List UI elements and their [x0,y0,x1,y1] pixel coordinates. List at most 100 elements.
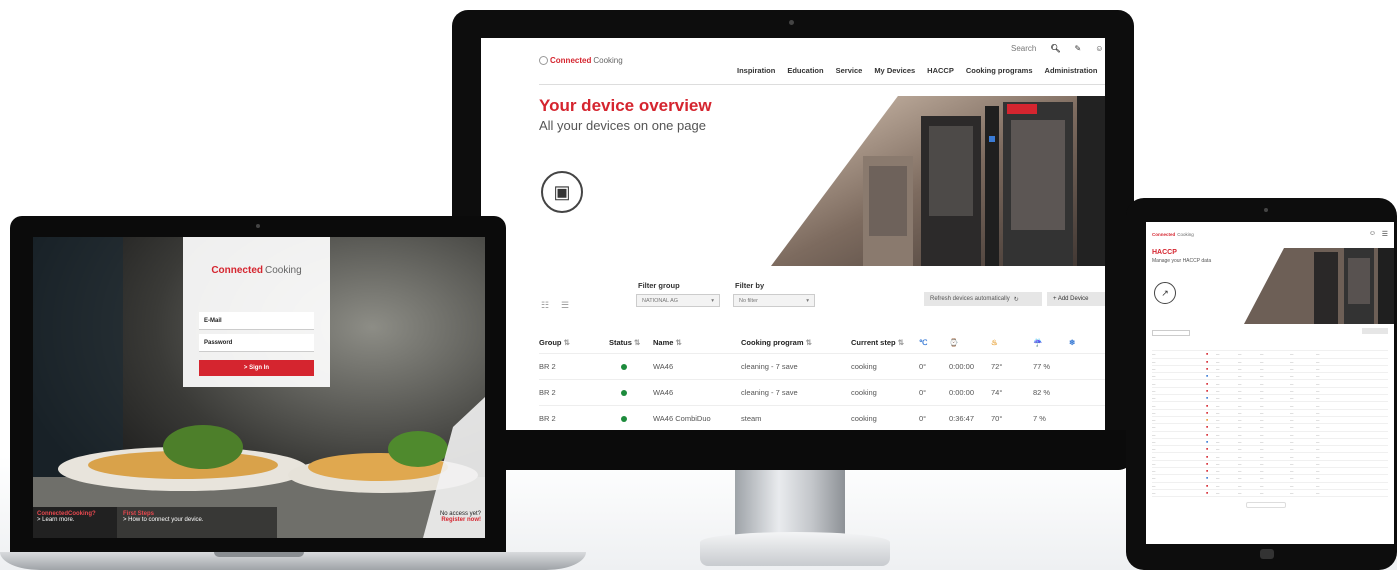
col-current-step[interactable]: Current step ⇅ [851,338,919,347]
email-field[interactable]: E-Mail [199,312,314,330]
col-status[interactable]: Status ⇅ [609,338,653,347]
table-row[interactable]: — ■ — — — — — [1152,468,1388,476]
user-icon[interactable]: ☺ [1095,44,1103,53]
col-extra[interactable]: ❄ [1069,338,1105,347]
table-row[interactable]: — ■ — — — — — [1152,366,1388,374]
table-row[interactable]: — ■ — — — — — [1152,402,1388,410]
tablet-haccp-table: — ■ — — — — — — ■ — — — — — — ■ — — — — — — ■ — — — — — — ■ — — — — — … [1152,344,1388,498]
refresh-toggle-button[interactable]: Refresh devices automatically ↻ [924,292,1042,306]
nav-administration[interactable]: Administration [1045,66,1098,75]
col-cooking-program[interactable]: Cooking program ⇅ [741,338,851,347]
tablet-page-title: HACCP [1152,249,1177,256]
sort-icon: ⇅ [805,338,812,347]
cell-program: steam [741,414,762,423]
header-utilities: Search 🔍︎ ✎ ☺ [1011,44,1103,53]
filter-group-value: NATIONAL AG [642,297,679,304]
refresh-label: Refresh devices automatically [930,296,1010,302]
list-view-icon[interactable]: ☰ [561,300,569,311]
cell-step: cooking [851,414,877,423]
col-humidity[interactable]: ☔ [1033,338,1069,347]
logo-text-gray: Cooking [264,265,302,276]
cell-program: cleaning - 7 save [741,362,798,371]
table-row[interactable]: — ■ — — — — — [1152,490,1388,498]
table-row[interactable]: — ■ — — — — — [1152,475,1388,483]
cell-name: WA46 [653,388,674,397]
table-row[interactable]: BR 2 WA46 CombiDuo steam cooking 0° 0:36… [539,406,1105,432]
table-row[interactable]: — ■ — — — — — [1152,453,1388,461]
col-name[interactable]: Name ⇅ [653,338,741,347]
product-showcase: Connected Cooking Search 🔍︎ ✎ ☺ Inspirati… [0,0,1397,570]
footer-first-steps[interactable]: First Steps > How to connect your device… [117,507,277,538]
table-row[interactable]: — ■ — — — — — [1152,424,1388,432]
col-name-label: Name [653,338,674,347]
table-row[interactable]: — ■ — — — — — [1152,395,1388,403]
add-device-button[interactable]: + Add Device [1047,292,1105,306]
chevron-down-icon: ▾ [711,297,714,304]
tablet-filter-select[interactable] [1152,330,1190,336]
table-row[interactable]: BR 2 WA46 cleaning - 7 save cooking 0° 0… [539,354,1105,380]
monitor-camera [789,20,794,25]
logo-text-gray: Cooking [1177,232,1194,237]
grid-view-icon[interactable]: ☷ [541,300,549,311]
menu-icon[interactable]: ☰ [1382,230,1388,238]
cell-core-temp: 74° [991,388,1003,397]
col-status-label: Status [609,338,632,347]
nav-service[interactable]: Service [836,66,863,75]
table-row[interactable]: — ■ — — — — — [1152,439,1388,447]
table-row[interactable]: — ■ — — — — — [1152,388,1388,396]
col-group[interactable]: Group ⇅ [539,338,609,347]
table-row[interactable]: — ■ — — — — — [1152,351,1388,359]
filter-group-select[interactable]: NATIONAL AG ▾ [636,294,720,307]
edit-icon[interactable]: ✎ [1075,44,1082,53]
cell-step: cooking [851,362,877,371]
search-label[interactable]: Search [1011,44,1036,53]
tablet-action-button[interactable] [1362,328,1388,334]
laptop-camera [256,224,260,228]
table-row[interactable]: — ■ — — — — — [1152,461,1388,469]
nav-my-devices[interactable]: My Devices [874,66,915,75]
chevron-down-icon: ▾ [806,297,809,304]
cell-core-temp: 70° [991,414,1003,423]
table-row[interactable]: — ■ — — — — — [1152,373,1388,381]
footer-right-link: Register now! [441,517,481,523]
table-row[interactable]: — ■ — — — — — [1152,359,1388,366]
nav-haccp[interactable]: HACCP [927,66,954,75]
table-row[interactable]: — ■ — — — — — [1152,483,1388,490]
footer-register[interactable]: No access yet? Register now! [440,511,481,523]
site-logo[interactable]: Connected Cooking [539,56,623,65]
table-row[interactable]: — ■ — — — — — [1152,446,1388,454]
sign-in-button[interactable]: > Sign In [199,360,314,376]
table-row[interactable]: — ■ — — — — — [1152,380,1388,388]
page-subtitle: All your devices on one page [539,118,706,133]
status-online-icon [621,389,627,396]
refresh-icon: ↻ [1013,296,1019,303]
logo-text-red: Connected [211,265,263,276]
table-row[interactable]: BR 2 WA46 cleaning - 7 save cooking 0° 0… [539,380,1105,406]
nav-education[interactable]: Education [787,66,823,75]
col-core-temp[interactable]: ♨ [991,338,1033,347]
laptop-screen: Connected Cooking E-Mail Password > Sign … [33,237,485,538]
user-icon[interactable]: ☺ [1369,230,1376,237]
nav-cooking-programs[interactable]: Cooking programs [966,66,1033,75]
table-row[interactable]: — ■ — — — — — [1152,432,1388,439]
tablet-pagination[interactable] [1246,502,1286,508]
logo-text-red: Connected [550,56,592,65]
cell-group: BR 2 [539,362,556,371]
footer-learn-more[interactable]: ConnectedCooking? > Learn more. [33,507,117,538]
table-row[interactable]: — ■ — — — — — [1152,410,1388,417]
tablet-home-button[interactable] [1260,549,1274,559]
sort-icon: ⇅ [634,338,641,347]
search-icon[interactable]: 🔍︎ [1050,44,1060,53]
monitor-screen: Connected Cooking Search 🔍︎ ✎ ☺ Inspirati… [481,38,1105,442]
monitor-stand-foot [700,532,890,566]
header-divider [539,84,1105,85]
tablet-logo: Connected Cooking [1152,232,1194,237]
filter-by-select[interactable]: No filter ▾ [733,294,815,307]
hero-kitchen-image [771,96,1105,266]
nav-inspiration[interactable]: Inspiration [737,66,775,75]
col-time[interactable]: ⌚ [949,338,991,347]
table-row[interactable]: — ■ — — — — — [1152,417,1388,425]
col-temperature[interactable]: ℃ [919,338,949,347]
password-field[interactable]: Password [199,334,314,352]
chart-icon: ↗ [1154,282,1176,304]
